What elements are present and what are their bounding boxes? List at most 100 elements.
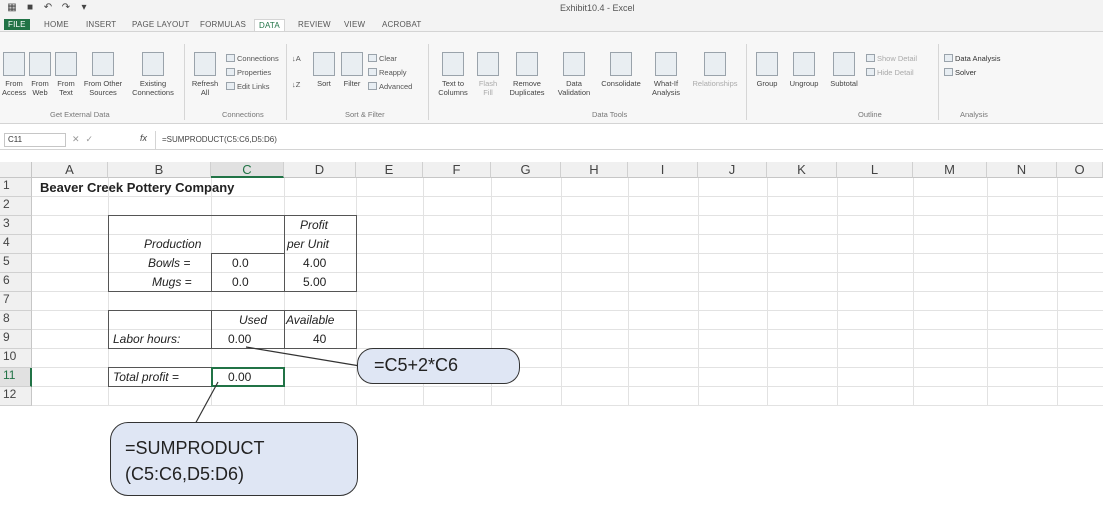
sort-a-z-button[interactable]: ↓A: [292, 54, 301, 63]
cell-d5[interactable]: 4.00: [303, 256, 326, 270]
refresh-all-button[interactable]: Refresh All: [188, 52, 222, 97]
column-header-c[interactable]: C: [211, 162, 284, 178]
remove-duplicates-button[interactable]: Remove Duplicates: [504, 52, 550, 97]
column-header-i[interactable]: I: [628, 162, 698, 178]
row-header-7[interactable]: 7: [0, 292, 32, 311]
column-header-h[interactable]: H: [561, 162, 628, 178]
row-header-3[interactable]: 3: [0, 216, 32, 235]
row-header-11[interactable]: 11: [0, 368, 32, 387]
existing-connections-button[interactable]: Existing Connections: [128, 52, 178, 97]
row-header-9[interactable]: 9: [0, 330, 32, 349]
row-header-12[interactable]: 12: [0, 387, 32, 406]
cell-d4[interactable]: per Unit: [287, 237, 329, 251]
edit-links-button[interactable]: Edit Links: [226, 82, 270, 91]
row-header-6[interactable]: 6: [0, 273, 32, 292]
connections-small-label: Connections: [237, 54, 279, 63]
tab-file[interactable]: FILE: [4, 19, 30, 30]
cell-d6[interactable]: 5.00: [303, 275, 326, 289]
row-header-5[interactable]: 5: [0, 254, 32, 273]
properties-button[interactable]: Properties: [226, 68, 271, 77]
row-header-1[interactable]: 1: [0, 178, 32, 197]
relationships-button[interactable]: Relationships: [690, 52, 740, 88]
show-detail-button[interactable]: Show Detail: [866, 54, 917, 63]
cell-c11[interactable]: 0.00: [228, 370, 251, 384]
data-validation-button[interactable]: Data Validation: [552, 52, 596, 97]
flash-fill-button[interactable]: Flash Fill: [476, 52, 500, 97]
row-header-2[interactable]: 2: [0, 197, 32, 216]
save-icon[interactable]: ■: [24, 2, 36, 14]
customize-qat-icon[interactable]: ▾: [78, 2, 90, 14]
column-header-f[interactable]: F: [423, 162, 491, 178]
column-header-e[interactable]: E: [356, 162, 423, 178]
advanced-button[interactable]: Advanced: [368, 82, 412, 91]
worksheet-grid[interactable]: A B C D E F G H I J K L M N O 1 2 3 4 5 …: [0, 162, 1103, 406]
undo-icon[interactable]: ↶: [42, 2, 54, 14]
connections-button[interactable]: Connections: [226, 54, 279, 63]
column-header-g[interactable]: G: [491, 162, 561, 178]
column-header-m[interactable]: M: [913, 162, 987, 178]
sort-button[interactable]: Sort: [312, 52, 336, 88]
cell-c9[interactable]: 0.00: [228, 332, 251, 346]
select-all-corner[interactable]: [0, 162, 32, 178]
tab-page-layout[interactable]: PAGE LAYOUT: [128, 19, 193, 30]
ungroup-button[interactable]: Ungroup: [786, 52, 822, 88]
consolidate-button[interactable]: Consolidate: [598, 52, 644, 88]
clear-button[interactable]: Clear: [368, 54, 397, 63]
cancel-icon[interactable]: ✕: [72, 134, 86, 144]
column-header-j[interactable]: J: [698, 162, 767, 178]
cell-c5[interactable]: 0.0: [232, 256, 249, 270]
row-header-4[interactable]: 4: [0, 235, 32, 254]
column-header-b[interactable]: B: [108, 162, 211, 178]
cell-b11[interactable]: Total profit =: [113, 370, 179, 384]
group-button[interactable]: Group: [752, 52, 782, 88]
cell-b4[interactable]: Production: [144, 237, 201, 251]
tab-acrobat[interactable]: ACROBAT: [378, 19, 425, 30]
from-other-sources-button[interactable]: From Other Sources: [80, 52, 126, 97]
cell-b9[interactable]: Labor hours:: [113, 332, 180, 346]
text-to-columns-button[interactable]: Text to Columns: [434, 52, 472, 97]
column-header-l[interactable]: L: [837, 162, 913, 178]
solver-button[interactable]: Solver: [944, 68, 976, 77]
tab-view[interactable]: VIEW: [340, 19, 369, 30]
column-header-k[interactable]: K: [767, 162, 837, 178]
company-title[interactable]: Beaver Creek Pottery Company: [40, 180, 234, 195]
cell-d9[interactable]: 40: [313, 332, 326, 346]
cell-b6[interactable]: Mugs =: [152, 275, 192, 289]
cell-c6[interactable]: 0.0: [232, 275, 249, 289]
cell-b5[interactable]: Bowls =: [148, 256, 190, 270]
cell-c8[interactable]: Used: [239, 313, 267, 327]
profit-formula-line-1: =SUMPRODUCT: [125, 438, 265, 458]
tab-formulas[interactable]: FORMULAS: [196, 19, 250, 30]
formula-input[interactable]: =SUMPRODUCT(C5:C6,D5:D6): [155, 131, 1103, 149]
row-header-10[interactable]: 10: [0, 349, 32, 368]
cell-d8[interactable]: Available: [286, 313, 334, 327]
from-text-label: From Text: [57, 79, 75, 97]
tab-insert[interactable]: INSERT: [82, 19, 120, 30]
what-if-analysis-button[interactable]: What-If Analysis: [646, 52, 686, 97]
column-header-n[interactable]: N: [987, 162, 1057, 178]
filter-button[interactable]: Filter: [340, 52, 364, 88]
reapply-button[interactable]: Reapply: [368, 68, 407, 77]
from-access-button[interactable]: From Access: [2, 52, 26, 97]
enter-icon[interactable]: ✓: [86, 134, 100, 144]
tab-review[interactable]: REVIEW: [294, 19, 335, 30]
sort-z-a-button[interactable]: ↓Z: [292, 80, 300, 89]
insert-function-icon[interactable]: fx: [140, 133, 147, 143]
row-header-8[interactable]: 8: [0, 311, 32, 330]
show-detail-label: Show Detail: [877, 54, 918, 63]
from-web-button[interactable]: From Web: [28, 52, 52, 97]
formula-bar-buttons: ✕✓: [72, 134, 99, 145]
column-header-a[interactable]: A: [32, 162, 108, 178]
column-header-d[interactable]: D: [284, 162, 356, 178]
data-analysis-button[interactable]: Data Analysis: [944, 54, 1000, 63]
hide-detail-button[interactable]: Hide Detail: [866, 68, 914, 77]
tab-data[interactable]: DATA: [254, 19, 285, 31]
cell-d3[interactable]: Profit: [300, 218, 328, 232]
from-text-button[interactable]: From Text: [54, 52, 78, 97]
refresh-icon: [194, 52, 216, 76]
name-box[interactable]: C11: [4, 133, 66, 147]
redo-icon[interactable]: ↷: [60, 2, 72, 14]
tab-home[interactable]: HOME: [40, 19, 73, 30]
subtotal-button[interactable]: Subtotal: [826, 52, 862, 88]
column-header-o[interactable]: O: [1057, 162, 1103, 178]
